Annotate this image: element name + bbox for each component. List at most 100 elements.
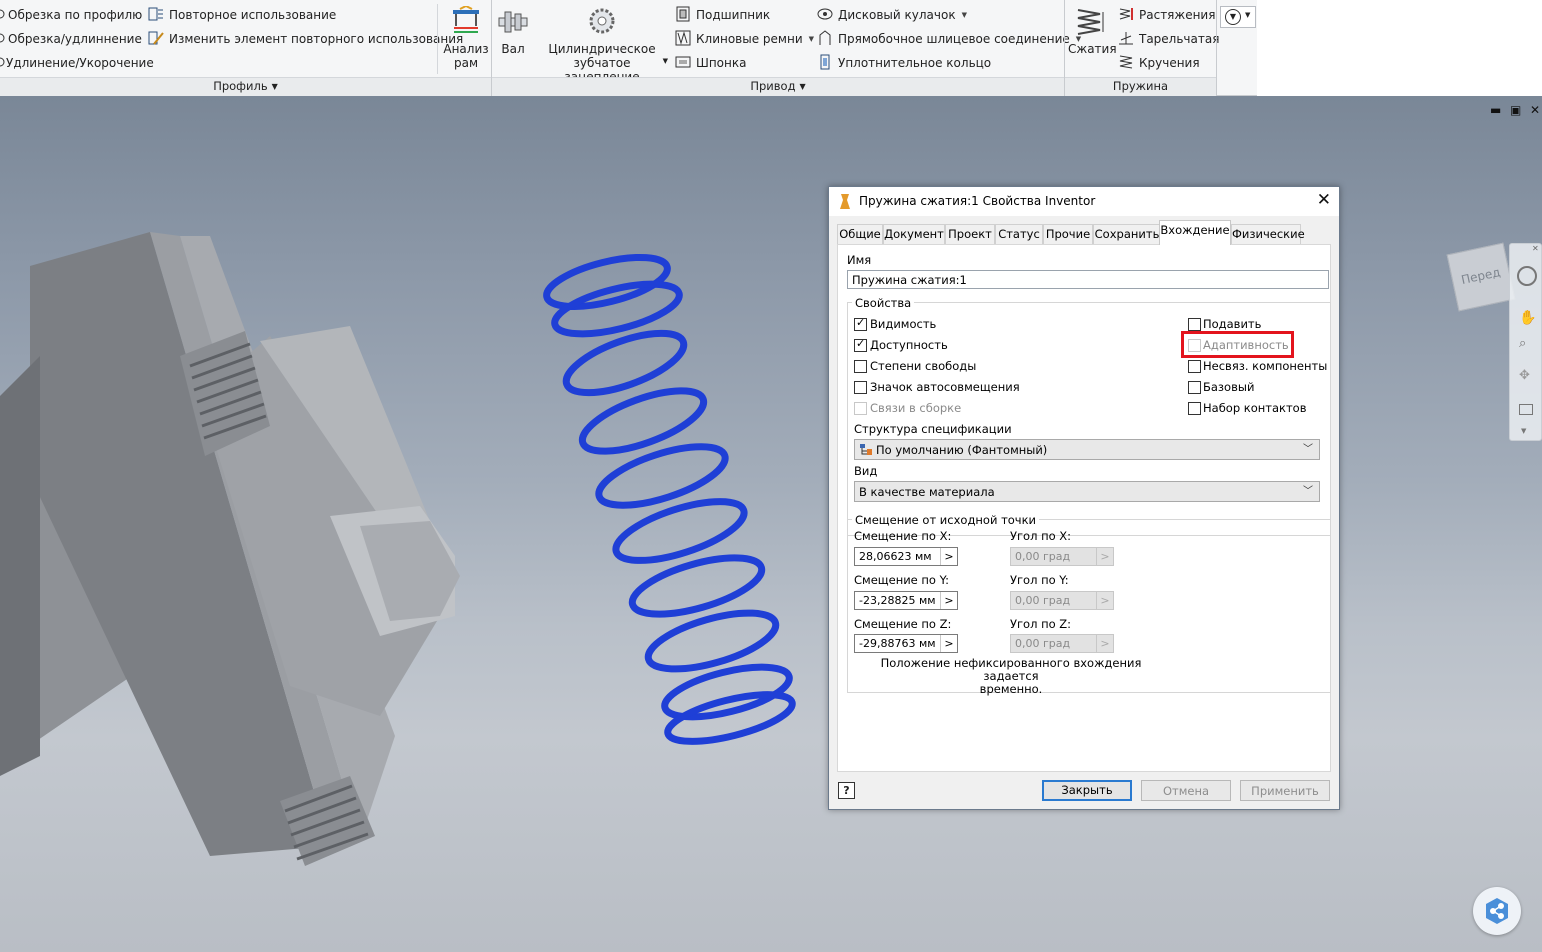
appearance-select[interactable]: В качестве материала ﹀ [854,481,1320,502]
enabled-checkbox[interactable]: ✓ [854,337,867,352]
edit-reuse-button[interactable]: Изменить элемент повторного использовани… [148,29,463,49]
torsion-spring-button[interactable]: Кручения [1118,53,1200,73]
bearing-label: Подшипник [696,8,771,22]
minimize-icon[interactable]: ▬ [1490,103,1501,117]
tab-status[interactable]: Статус [995,224,1043,244]
disc-cam-button[interactable]: Дисковый кулачок ▼ [817,5,967,25]
drive-panel-text: Привод [750,79,796,93]
trim-to-profile-button[interactable]: Обрезка по профилю [0,5,142,25]
frame-analysis-button[interactable]: Анализ рам [441,4,491,70]
offset-y-input[interactable]: -23,28825 мм > [854,591,958,610]
degrees-of-freedom-label: Степени свободы [870,359,977,373]
profile-panel-label[interactable]: Профиль ▼ [0,77,492,96]
suppress-label: Подавить [1203,317,1262,331]
chevron-right-icon[interactable]: > [940,592,957,609]
dialog-close-icon[interactable]: ✕ [1317,190,1331,210]
tab-project[interactable]: Проект [945,224,995,244]
bom-structure-select[interactable]: По умолчанию (Фантомный) ﹀ [854,439,1320,460]
trim-extend-icon [0,30,6,46]
close-icon[interactable]: ✕ [1530,103,1540,117]
contact-set-checkbox[interactable] [1188,402,1201,415]
lengthen-shorten-button[interactable]: Удлинение/Укорочение [0,53,154,73]
compression-spring-label: Сжатия [1068,42,1117,56]
suppress-checkbox[interactable] [1188,318,1201,331]
spur-gear-label-1: Цилиндрическое [548,42,656,56]
bom-structure-value: По умолчанию (Фантомный) [876,443,1048,457]
offset-x-input[interactable]: 28,06623 мм > [854,547,958,566]
bearing-icon [675,6,691,22]
restore-icon[interactable]: ▣ [1510,103,1521,117]
belleville-spring-button[interactable]: Тарельчатая [1118,29,1219,49]
angle-z-value: 0,00 град [1015,637,1071,650]
reuse-label: Повторное использование [169,8,337,22]
chevron-down-icon: ▼ [662,57,668,65]
tab-other[interactable]: Прочие [1043,224,1093,244]
v-belts-button[interactable]: Клиновые ремни ▼ [675,29,814,49]
properties-dialog: Пружина сжатия:1 Свойства Inventor ✕ Общ… [828,186,1340,810]
bearing-button[interactable]: Подшипник [675,5,770,25]
spline-icon [817,30,833,46]
zoom-icon[interactable]: ⌕ [1519,336,1526,351]
offset-group-label: Смещение от исходной точки [852,513,1040,527]
reuse-button[interactable]: Повторное использование [148,5,336,25]
key-button[interactable]: Шпонка [675,53,746,73]
tab-occurrence[interactable]: Вхождение [1159,220,1231,245]
o-ring-button[interactable]: Уплотнительное кольцо [817,53,991,73]
chevron-right-icon[interactable]: > [940,548,957,565]
compression-spring-button[interactable]: Сжатия [1068,6,1117,56]
offset-x-label: Смещение по X: [854,529,952,543]
share-button[interactable] [1473,887,1521,935]
disconnected-components-checkbox[interactable] [1188,360,1201,373]
look-at-icon[interactable] [1519,404,1533,415]
tab-document[interactable]: Документ [883,224,945,244]
spline-button[interactable]: Прямобочное шлицевое соединение ▼ [817,29,1081,49]
extension-spring-icon [1118,6,1134,22]
steering-wheel-icon[interactable] [1517,266,1537,286]
name-field[interactable]: Пружина сжатия:1 [847,270,1329,289]
trim-extend-button[interactable]: Обрезка/удлиннение [0,29,142,49]
chevron-down-icon: ▼ [961,11,967,19]
compression-spring-icon [1074,6,1106,38]
offset-y-label: Смещение по Y: [854,573,949,587]
tab-save[interactable]: Сохранить [1093,224,1161,244]
spur-gear-button[interactable]: Цилиндрическое зубчатое зацепление ▼ [538,4,668,84]
tab-general[interactable]: Общие [837,224,883,244]
viewcube[interactable]: Перед [1446,242,1516,312]
shaft-icon [497,6,529,38]
dialog-titlebar[interactable]: Пружина сжатия:1 Свойства Inventor ✕ [829,187,1339,216]
key-label: Шпонка [696,56,747,70]
visibility-checkbox[interactable]: ✓ [854,316,867,331]
spring-panel-label: Пружина [1065,77,1217,96]
chevron-down-icon[interactable]: ▼ [1521,427,1526,435]
drive-panel-label[interactable]: Привод ▼ [492,77,1065,96]
chevron-right-icon[interactable]: > [940,635,957,652]
close-button[interactable]: Закрыть [1042,780,1132,801]
degrees-of-freedom-checkbox[interactable] [854,360,867,373]
bom-structure-label: Структура спецификации [854,422,1012,436]
chevron-right-icon: > [1096,592,1113,609]
shaft-button[interactable]: Вал [494,6,532,56]
ilogic-automatching-checkbox[interactable] [854,381,867,394]
inventor-app-icon [838,194,852,209]
chevron-down-icon: ﹀ [1303,444,1313,455]
edit-reuse-icon [148,30,164,46]
angle-x-input: 0,00 град > [1010,547,1114,566]
chevron-down-icon: ▼ [271,82,278,91]
angle-x-label: Угол по X: [1010,529,1072,543]
orbit-icon[interactable]: ✥ [1519,368,1530,383]
close-icon[interactable]: ✕ [1532,244,1539,253]
offset-x-value: 28,06623 мм [859,550,932,563]
tab-physical[interactable]: Физические [1231,224,1305,244]
o-ring-label: Уплотнительное кольцо [838,56,992,70]
angle-y-label: Угол по Y: [1010,573,1069,587]
extension-spring-label: Растяжения [1139,8,1216,22]
pan-icon[interactable]: ✋ [1519,310,1536,326]
help-button[interactable]: ? [838,782,855,799]
frame-analysis-label-2: рам [453,56,479,70]
name-label: Имя [847,253,872,267]
grounded-checkbox[interactable] [1188,381,1201,394]
extension-spring-button[interactable]: Растяжения [1118,5,1215,25]
offset-z-input[interactable]: -29,88763 мм > [854,634,958,653]
ribbon-options-button[interactable]: ▼ ▼ [1220,6,1256,28]
trim-extend-label: Обрезка/удлиннение [8,32,142,46]
